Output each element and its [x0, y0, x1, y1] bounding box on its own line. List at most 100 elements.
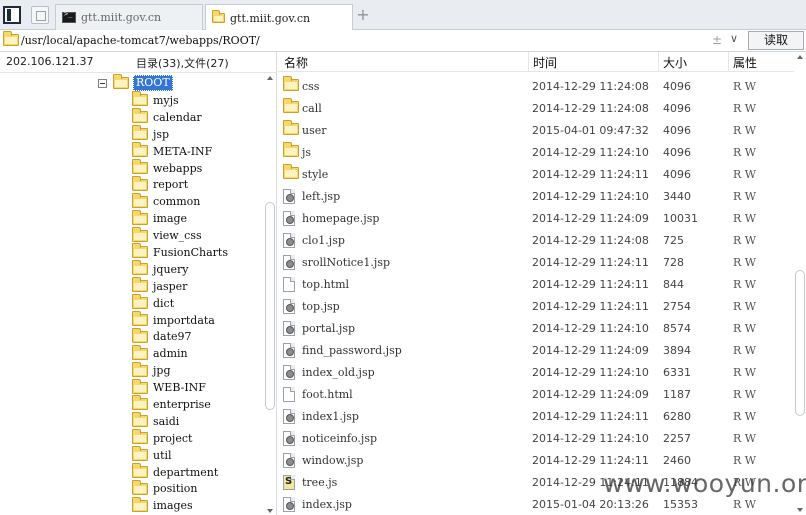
folder-icon — [132, 243, 148, 259]
file-size: 3440 — [663, 190, 691, 203]
file-time: 2014-12-29 11:24:11 — [532, 278, 649, 291]
file-row[interactable]: homepage.jsp 2014-12-29 11:24:09 10031 R W — [278, 208, 794, 230]
scroll-up-icon[interactable] — [797, 55, 803, 59]
scrollbar-thumb[interactable] — [265, 202, 275, 410]
column-time[interactable]: 时间 — [533, 54, 557, 71]
file-time: 2014-12-29 11:24:10 — [532, 432, 649, 445]
folder-name: images — [153, 499, 193, 513]
tree-folder-item[interactable]: META-INF — [132, 142, 228, 160]
file-size: 6331 — [663, 366, 691, 379]
tree-folder-item[interactable]: image — [132, 209, 228, 227]
file-row[interactable]: top.html 2014-12-29 11:24:11 844 R W — [278, 274, 794, 296]
tab-file-manager[interactable]: gtt.miit.gov.cn — [205, 4, 353, 31]
tree-folder-item[interactable]: FusionCharts — [132, 243, 228, 261]
tree-root-label[interactable]: ROOT — [133, 75, 173, 91]
tree-folder-item[interactable]: webapps — [132, 159, 228, 177]
tree-folder-item[interactable]: common — [132, 192, 228, 210]
file-row[interactable]: noticeinfo.jsp 2014-12-29 11:24:10 2257 R W — [278, 428, 794, 450]
tree-scrollbar[interactable] — [264, 74, 276, 515]
file-size: 2754 — [663, 300, 691, 313]
file-permissions: R W — [733, 388, 757, 401]
read-button[interactable]: 读取 — [748, 31, 804, 50]
tree-folder-item[interactable]: jsp — [132, 125, 228, 143]
column-divider[interactable] — [728, 52, 729, 72]
column-name[interactable]: 名称 — [284, 54, 308, 71]
sidebar-toggle-icon[interactable] — [3, 6, 21, 24]
file-time: 2015-01-04 20:13:26 — [532, 498, 649, 511]
file-row[interactable]: portal.jsp 2014-12-29 11:24:10 8574 R W — [278, 318, 794, 340]
file-permissions: R W — [733, 212, 757, 225]
column-attr[interactable]: 属性 — [733, 54, 757, 71]
tab-terminal[interactable]: gtt.miit.gov.cn — [55, 4, 203, 30]
file-permissions: R W — [733, 498, 757, 511]
tree-folder-item[interactable]: enterprise — [132, 395, 228, 413]
scroll-down-icon[interactable] — [797, 508, 803, 512]
file-row[interactable]: find_password.jsp 2014-12-29 11:24:09 3894… — [278, 340, 794, 362]
jsp-file-icon — [283, 453, 295, 468]
file-row[interactable]: left.jsp 2014-12-29 11:24:10 3440 R W — [278, 186, 794, 208]
file-permissions: R W — [733, 432, 757, 445]
tree-folder-item[interactable]: images — [132, 496, 228, 514]
file-time: 2014-12-29 11:24:11 — [532, 300, 649, 313]
file-row[interactable]: call 2014-12-29 11:24:08 4096 R W — [278, 98, 794, 120]
scroll-up-icon[interactable] — [267, 76, 273, 80]
tree-folder-item[interactable]: date97 — [132, 327, 228, 345]
file-row[interactable]: css 2014-12-29 11:24:08 4096 R W — [278, 76, 794, 98]
sort-icon[interactable]: ± — [712, 33, 722, 47]
folder-name: META-INF — [153, 144, 213, 158]
file-name: css — [302, 80, 320, 93]
tree-folder-item[interactable]: department — [132, 463, 228, 481]
new-window-icon[interactable] — [31, 6, 49, 24]
file-name: find_password.jsp — [302, 344, 402, 357]
collapse-icon[interactable] — [98, 78, 107, 88]
folder-icon — [132, 412, 148, 428]
file-name: noticeinfo.jsp — [302, 432, 378, 445]
file-row[interactable]: clo1.jsp 2014-12-29 11:24:08 725 R W — [278, 230, 794, 252]
file-row[interactable]: index1.jsp 2014-12-29 11:24:11 6280 R W — [278, 406, 794, 428]
file-name: homepage.jsp — [302, 212, 380, 225]
file-name: left.jsp — [302, 190, 341, 203]
file-size: 4096 — [663, 102, 691, 115]
tree-folder-item[interactable]: view_css — [132, 226, 228, 244]
folder-name: calendar — [153, 110, 202, 124]
tree-folder-item[interactable]: WEB-INF — [132, 378, 228, 396]
column-divider[interactable] — [658, 52, 659, 72]
tree-folder-item[interactable]: saidi — [132, 412, 228, 430]
tree-folder-item[interactable]: project — [132, 429, 228, 447]
tree-root-node[interactable]: ROOT — [98, 74, 173, 91]
tree-folder-item[interactable]: util — [132, 446, 228, 464]
file-row[interactable]: srollNotice1.jsp 2014-12-29 11:24:11 728 R … — [278, 252, 794, 274]
folder-name: admin — [153, 347, 188, 361]
path-input[interactable]: /usr/local/apache-tomcat7/webapps/ROOT/ — [21, 33, 260, 49]
column-size[interactable]: 大小 — [663, 54, 687, 71]
file-name: window.jsp — [302, 454, 364, 467]
tree-folder-item[interactable]: jquery — [132, 260, 228, 278]
chevron-down-icon[interactable]: ∨ — [730, 32, 738, 45]
file-size: 4096 — [663, 168, 691, 181]
tree-folder-item[interactable]: calendar — [132, 108, 228, 126]
file-row[interactable]: index_old.jsp 2014-12-29 11:24:10 6331 R W — [278, 362, 794, 384]
column-divider[interactable] — [528, 52, 529, 72]
file-time: 2014-12-29 11:24:09 — [532, 388, 649, 401]
folder-name: FusionCharts — [153, 245, 228, 259]
file-row[interactable]: style 2014-12-29 11:24:11 4096 R W — [278, 164, 794, 186]
tree-folder-item[interactable]: jpg — [132, 361, 228, 379]
file-name: portal.jsp — [302, 322, 356, 335]
file-list-scrollbar[interactable] — [794, 52, 806, 515]
scrollbar-thumb[interactable] — [795, 270, 805, 416]
folder-icon — [283, 164, 299, 179]
tree-folder-item[interactable]: position — [132, 479, 228, 497]
add-tab-icon[interactable]: + — [356, 5, 370, 25]
tree-folder-item[interactable]: importdata — [132, 311, 228, 329]
tree-folder-item[interactable]: dict — [132, 294, 228, 312]
tree-folder-item[interactable]: myjs — [132, 91, 228, 109]
file-row[interactable]: top.jsp 2014-12-29 11:24:11 2754 R W — [278, 296, 794, 318]
tree-folder-item[interactable]: jasper — [132, 277, 228, 295]
tree-folder-item[interactable]: report — [132, 175, 228, 193]
file-row[interactable]: user 2015-04-01 09:47:32 4096 R W — [278, 120, 794, 142]
folder-name: date97 — [153, 330, 192, 344]
tree-folder-item[interactable]: admin — [132, 344, 228, 362]
file-row[interactable]: foot.html 2014-12-29 11:24:09 1187 R W — [278, 384, 794, 406]
file-row[interactable]: js 2014-12-29 11:24:10 4096 R W — [278, 142, 794, 164]
scroll-down-icon[interactable] — [267, 509, 273, 513]
